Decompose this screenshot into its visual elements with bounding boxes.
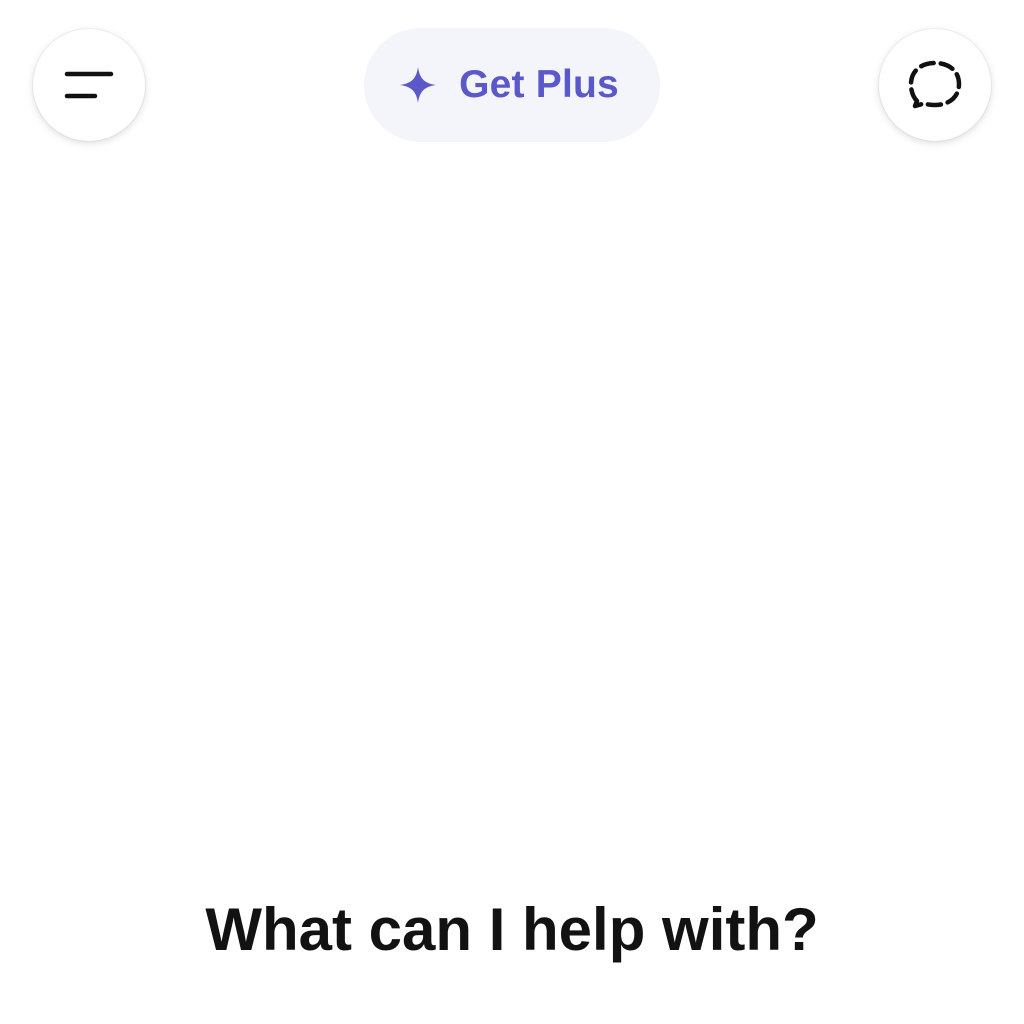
temporary-chat-button[interactable] <box>879 29 991 141</box>
get-plus-button[interactable]: Get Plus <box>364 28 660 142</box>
greeting-heading: What can I help with? <box>205 896 819 963</box>
sparkle-icon <box>399 66 437 104</box>
app-screen: Get Plus What can I help with? <box>0 0 1024 1024</box>
menu-icon <box>64 69 114 101</box>
menu-button[interactable] <box>33 29 145 141</box>
get-plus-label: Get Plus <box>459 63 619 106</box>
temporary-chat-icon <box>907 59 963 111</box>
